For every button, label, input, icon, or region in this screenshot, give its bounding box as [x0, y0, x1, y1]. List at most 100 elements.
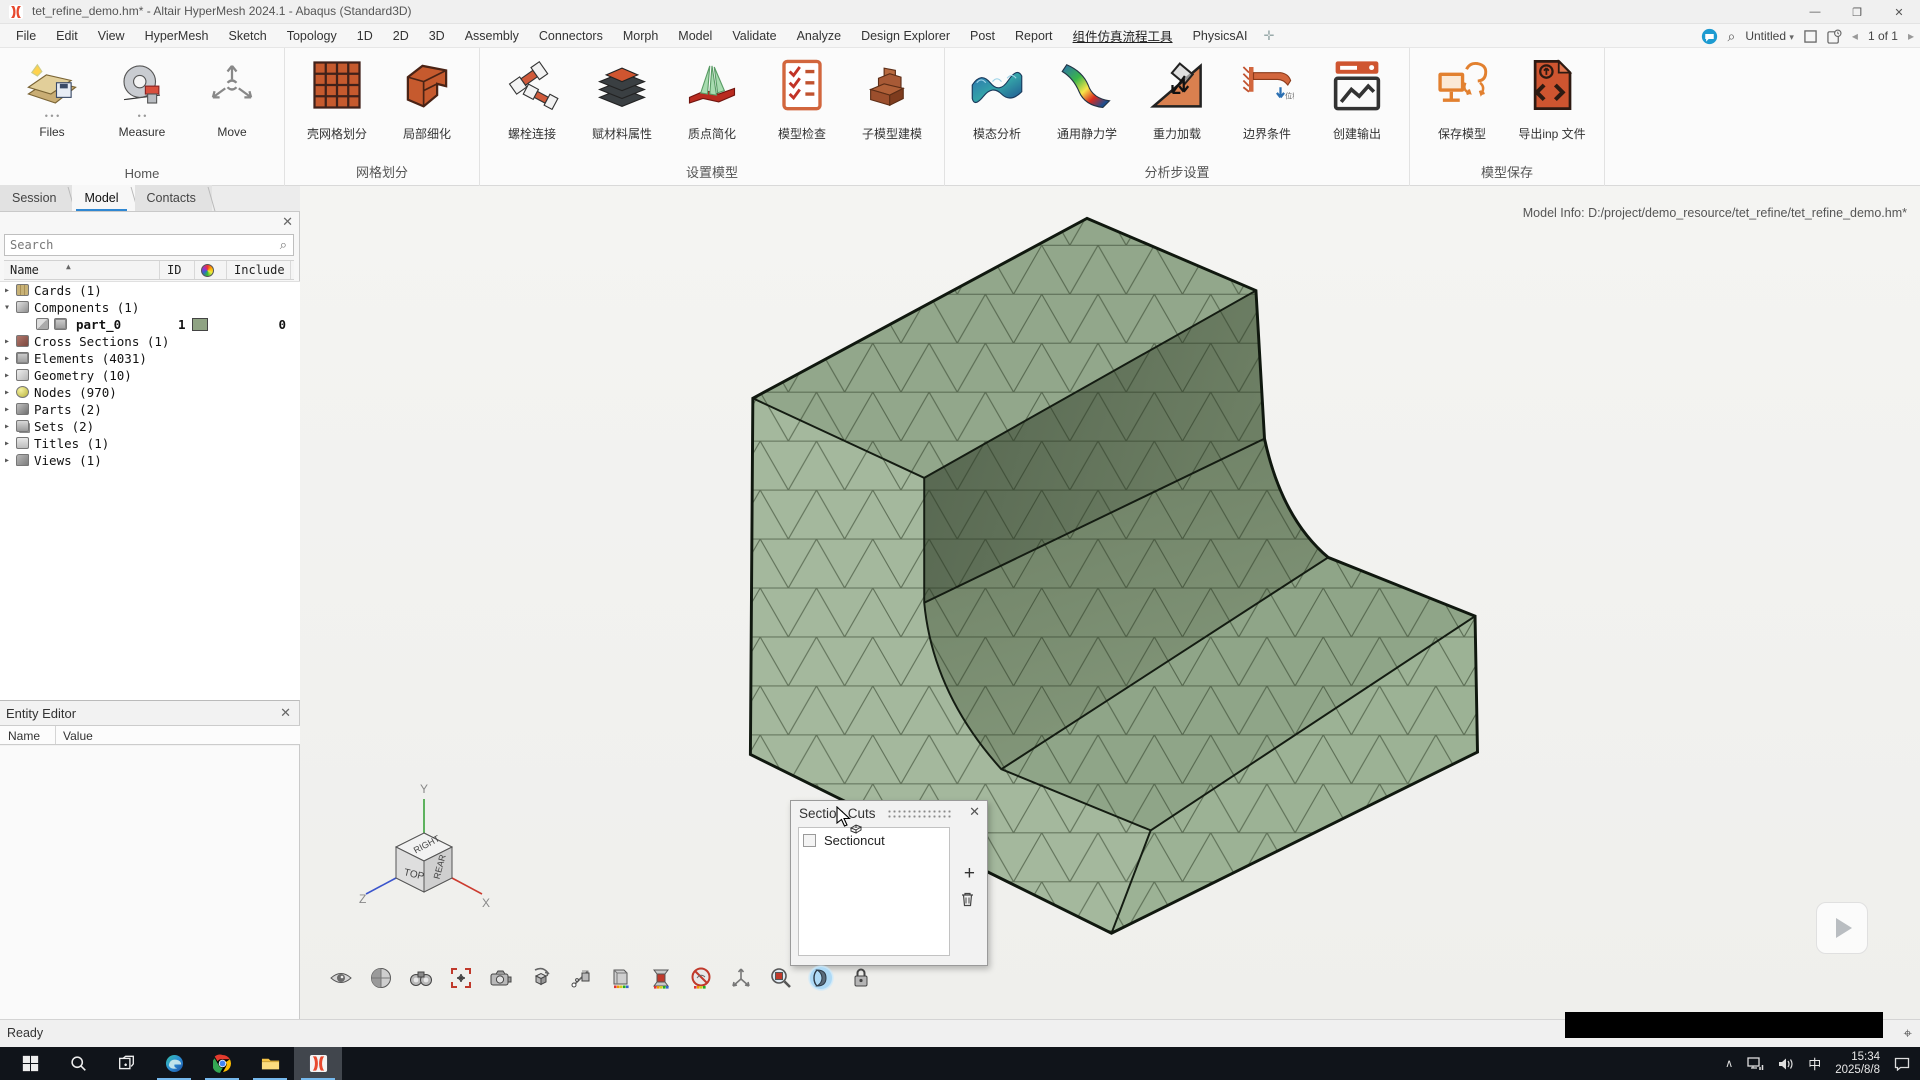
- expand-arrow-icon[interactable]: ▸: [4, 333, 14, 350]
- taskbar-hypermesh-icon[interactable]: [294, 1047, 342, 1080]
- minimize-button[interactable]: —: [1794, 0, 1836, 24]
- menu-item-sketch[interactable]: Sketch: [219, 26, 277, 46]
- tree-item-label[interactable]: Nodes (970): [34, 384, 117, 401]
- menu-item-topology[interactable]: Topology: [277, 26, 347, 46]
- browser-search-input[interactable]: Search ⌕: [4, 234, 294, 256]
- tree-item-label[interactable]: Cards (1): [34, 282, 102, 299]
- menu-item-hypermesh[interactable]: HyperMesh: [135, 26, 219, 46]
- menu-item-design-explorer[interactable]: Design Explorer: [851, 26, 960, 46]
- component-color-swatch[interactable]: [192, 318, 208, 331]
- measure-nodes-icon[interactable]: [568, 965, 594, 991]
- shaded-sphere-icon[interactable]: [368, 965, 394, 991]
- section-cut-3d-icon[interactable]: [808, 965, 834, 991]
- lock-icon[interactable]: [848, 965, 874, 991]
- taskbar-task-view-icon[interactable]: [102, 1047, 150, 1080]
- menu-item-3d[interactable]: 3D: [419, 26, 455, 46]
- triad-axes-icon[interactable]: [728, 965, 754, 991]
- tree-item-label[interactable]: Components (1): [34, 299, 139, 316]
- search-icon[interactable]: ⌕: [1728, 28, 1736, 45]
- expand-arrow-icon[interactable]: ▸: [4, 282, 14, 299]
- fit-view-icon[interactable]: [448, 965, 474, 991]
- tool-boundary-condition-button[interactable]: 位移边界条件: [1225, 52, 1309, 142]
- tool-export-inp-button[interactable]: 导出inp 文件: [1510, 52, 1594, 142]
- tree-item-label[interactable]: part_0: [76, 316, 121, 333]
- chat-assistant-icon[interactable]: [1701, 28, 1718, 45]
- close-button[interactable]: ✕: [1878, 0, 1920, 24]
- tree-row-part_0[interactable]: part_010: [0, 316, 300, 333]
- delete-section-cut-button[interactable]: [960, 891, 975, 907]
- section-cut-list[interactable]: Sectioncut: [798, 827, 950, 956]
- expand-arrow-icon[interactable]: ▸: [4, 435, 14, 452]
- volume-icon[interactable]: [1778, 1057, 1794, 1071]
- menu-item-validate[interactable]: Validate: [722, 26, 786, 46]
- tool-files-button[interactable]: • • •Files: [10, 52, 94, 139]
- find-binoculars-icon[interactable]: [408, 965, 434, 991]
- menu-item-1d[interactable]: 1D: [347, 26, 383, 46]
- browser-close-icon[interactable]: ✕: [282, 214, 293, 230]
- tool-shell-mesh-button[interactable]: 壳网格划分: [295, 52, 379, 142]
- tool-gravity-load-button[interactable]: 重力加载: [1135, 52, 1219, 142]
- tool-measure-button[interactable]: • •Measure: [100, 52, 184, 139]
- graphics-viewport[interactable]: Model Info: D:/project/demo_resource/tet…: [300, 186, 1920, 1019]
- maximize-button[interactable]: ❐: [1836, 0, 1878, 24]
- expand-arrow-icon[interactable]: ▸: [4, 418, 14, 435]
- expand-arrow-icon[interactable]: ▸: [4, 367, 14, 384]
- dialog-drag-handle-icon[interactable]: [887, 809, 953, 818]
- menu-item-assembly[interactable]: Assembly: [455, 26, 529, 46]
- status-crosshair-icon[interactable]: ⌖: [1904, 1025, 1912, 1042]
- tab-contacts[interactable]: Contacts: [135, 185, 212, 211]
- tree-item-label[interactable]: Elements (4031): [34, 350, 147, 367]
- menu-item-connectors[interactable]: Connectors: [529, 26, 613, 46]
- mask-entities-icon[interactable]: [688, 965, 714, 991]
- menu-item-analyze[interactable]: Analyze: [787, 26, 851, 46]
- page-prev-button[interactable]: ◂: [1852, 29, 1858, 43]
- taskbar-clock[interactable]: 15:34 2025/8/8: [1835, 1051, 1880, 1077]
- column-name[interactable]: Name: [10, 263, 39, 277]
- tree-item-label[interactable]: Views (1): [34, 452, 102, 469]
- sectioncut-checkbox[interactable]: [803, 834, 816, 847]
- tool-save-model-button[interactable]: 保存模型: [1420, 52, 1504, 142]
- tree-item-label[interactable]: Sets (2): [34, 418, 94, 435]
- play-overlay-button[interactable]: [1816, 902, 1868, 954]
- column-include[interactable]: Include: [234, 263, 285, 277]
- tree-column-headers[interactable]: Name ▲ ID Include: [4, 260, 294, 280]
- tree-item-label[interactable]: Geometry (10): [34, 367, 132, 384]
- expand-arrow-icon[interactable]: ▸: [4, 350, 14, 367]
- menu-item-post[interactable]: Post: [960, 26, 1005, 46]
- tree-item-label[interactable]: Parts (2): [34, 401, 102, 418]
- section-dialog-close-icon[interactable]: ✕: [969, 804, 980, 820]
- tree-row-geometry[interactable]: ▸ Geometry (10): [0, 367, 300, 384]
- menu-item-edit[interactable]: Edit: [46, 26, 88, 46]
- column-id[interactable]: ID: [167, 263, 181, 277]
- menu-item-view[interactable]: View: [88, 26, 135, 46]
- tree-row-titles[interactable]: ▸Titles (1): [0, 435, 300, 452]
- tool-general-static-button[interactable]: 通用静力学: [1045, 52, 1129, 142]
- menu-item-2d[interactable]: 2D: [383, 26, 419, 46]
- menu-item-physicsai[interactable]: PhysicsAI: [1183, 26, 1258, 46]
- new-page-icon[interactable]: [1804, 30, 1817, 43]
- collapse-arrow-icon[interactable]: ▾: [4, 299, 14, 316]
- tray-expand-icon[interactable]: ∧: [1725, 1057, 1733, 1070]
- tree-row-nodes[interactable]: ▸Nodes (970): [0, 384, 300, 401]
- notification-icon[interactable]: [1894, 1057, 1910, 1071]
- tool-material-assign-button[interactable]: 赋材料属性: [580, 52, 664, 142]
- entity-editor-close-icon[interactable]: ✕: [280, 705, 291, 721]
- menu-item-file[interactable]: File: [6, 26, 46, 46]
- tool-local-refine-button[interactable]: 局部细化: [385, 52, 469, 142]
- entity-display-icon[interactable]: [608, 965, 634, 991]
- taskbar-chrome-icon[interactable]: [198, 1047, 246, 1080]
- expand-arrow-icon[interactable]: ▸: [4, 452, 14, 469]
- page-history-icon[interactable]: [1827, 29, 1842, 44]
- view-eye-icon[interactable]: [328, 965, 354, 991]
- tool-model-check-button[interactable]: 模型检查: [760, 52, 844, 142]
- tree-item-label[interactable]: Cross Sections (1): [34, 333, 169, 350]
- element-spool-icon[interactable]: [648, 965, 674, 991]
- expand-arrow-icon[interactable]: ▸: [4, 401, 14, 418]
- tool-submodel-button[interactable]: 子模型建模: [850, 52, 934, 142]
- tab-session[interactable]: Session: [0, 185, 72, 211]
- menu-item-组件仿真流程工具[interactable]: 组件仿真流程工具: [1063, 23, 1183, 48]
- tab-model[interactable]: Model: [72, 185, 134, 211]
- tree-row-sets[interactable]: ▸ Sets (2): [0, 418, 300, 435]
- color-wheel-icon[interactable]: [201, 264, 214, 277]
- menu-item-report[interactable]: Report: [1005, 26, 1063, 46]
